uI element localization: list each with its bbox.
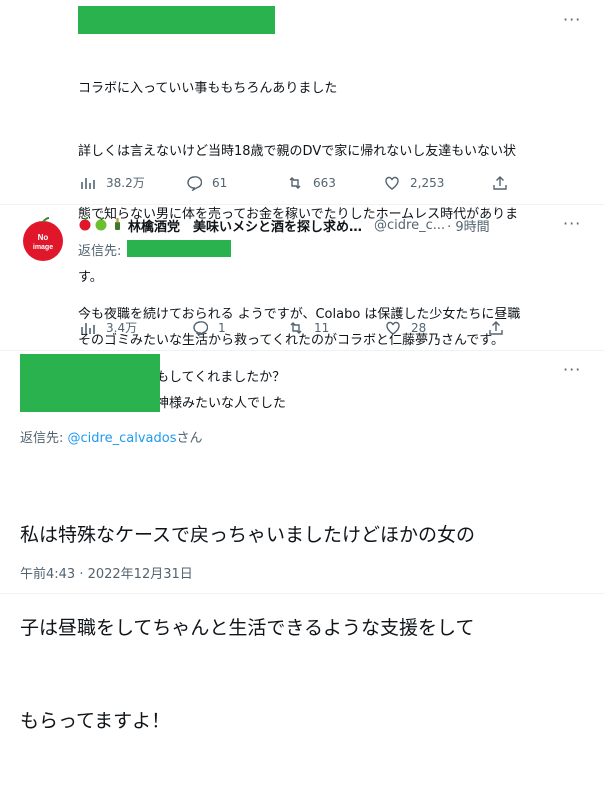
like-count: 2,253	[410, 175, 445, 190]
more-icon[interactable]: ···	[563, 10, 581, 29]
display-name[interactable]: 林檎酒党 美味いメシと酒を探し求め…	[128, 216, 362, 235]
reply-count: 1	[218, 320, 226, 335]
apple-emoji-icon	[78, 216, 92, 235]
reply-to-label: 返信先:	[78, 244, 122, 259]
svg-text:No: No	[38, 233, 49, 242]
tweet-2-actions: 3.4万 1 11 28	[80, 319, 504, 336]
tweet-3-line: もらってますよ！	[20, 710, 171, 732]
divider	[0, 350, 604, 351]
retweet-button[interactable]: 11	[288, 319, 385, 336]
like-button[interactable]: 2,253	[384, 174, 492, 191]
divider	[0, 593, 604, 594]
retweet-icon	[289, 176, 301, 189]
share-button[interactable]	[488, 319, 504, 336]
apple-icon: No image	[23, 217, 63, 261]
views-count: 38.2万	[106, 176, 145, 190]
avatar[interactable]: No image	[20, 216, 66, 262]
bottle-emoji-icon	[110, 217, 124, 235]
divider	[0, 204, 604, 205]
more-icon[interactable]: ···	[563, 214, 581, 233]
like-icon	[386, 321, 400, 335]
reply-button[interactable]: 61	[186, 174, 287, 191]
handle[interactable]: @cidre_c...	[374, 218, 445, 233]
tweet-1-line: コラボに入っていい事ももちろんありました	[78, 81, 338, 96]
redacted-name-block	[78, 6, 275, 34]
post-time[interactable]: · 9時間	[447, 216, 490, 235]
retweet-button[interactable]: 663	[287, 174, 384, 191]
share-button[interactable]	[492, 174, 508, 191]
reply-to: 返信先: @cidre_calvadosさん	[20, 427, 202, 446]
reply-button[interactable]: 1	[192, 319, 288, 336]
reply-icon	[193, 320, 208, 336]
retweet-count: 11	[314, 320, 330, 335]
like-count: 28	[411, 320, 427, 335]
reply-icon	[187, 175, 202, 191]
views-button[interactable]: 3.4万	[80, 319, 192, 336]
tweet-1-actions: 38.2万 61 663 2,253	[80, 174, 508, 191]
like-icon	[385, 176, 399, 190]
like-button[interactable]: 28	[385, 319, 488, 336]
views-button[interactable]: 38.2万	[80, 174, 186, 191]
tweet-1-line: 詳しくは言えないけど当時18歳で親のDVで家に帰れないし友達もいない状	[78, 144, 516, 159]
share-icon	[489, 320, 503, 335]
tweet-2-header: 林檎酒党 美味いメシと酒を探し求め… @cidre_c... · 9時間	[78, 216, 490, 235]
green-apple-emoji-icon	[94, 216, 108, 235]
more-icon[interactable]: ···	[563, 360, 581, 379]
tweet-3-line: 子は昼職をしてちゃんと生活できるような支援をして	[20, 617, 475, 639]
views-count: 3.4万	[106, 321, 138, 335]
svg-text:image: image	[33, 244, 53, 251]
tweet-3-line: 私は特殊なケースで戻っちゃいましたけどほかの女の	[20, 524, 476, 546]
redacted-author-block	[20, 354, 160, 412]
post-timestamp[interactable]: 午前4:43 · 2022年12月31日	[20, 563, 193, 582]
views-icon	[81, 177, 95, 189]
retweet-icon	[290, 321, 302, 334]
views-icon	[81, 322, 95, 334]
retweet-count: 663	[313, 175, 336, 190]
share-icon	[493, 175, 507, 190]
tweet-3-body: 私は特殊なケースで戻っちゃいましたけどほかの女の 子は昼職をしてちゃんと生活でき…	[20, 458, 590, 799]
reply-to-suffix: さん	[176, 431, 203, 446]
reply-count: 61	[212, 175, 228, 190]
reply-to-handle[interactable]: @cidre_calvados	[68, 431, 177, 446]
redacted-reply-handle	[127, 240, 231, 257]
reply-to-label: 返信先:	[20, 431, 64, 446]
